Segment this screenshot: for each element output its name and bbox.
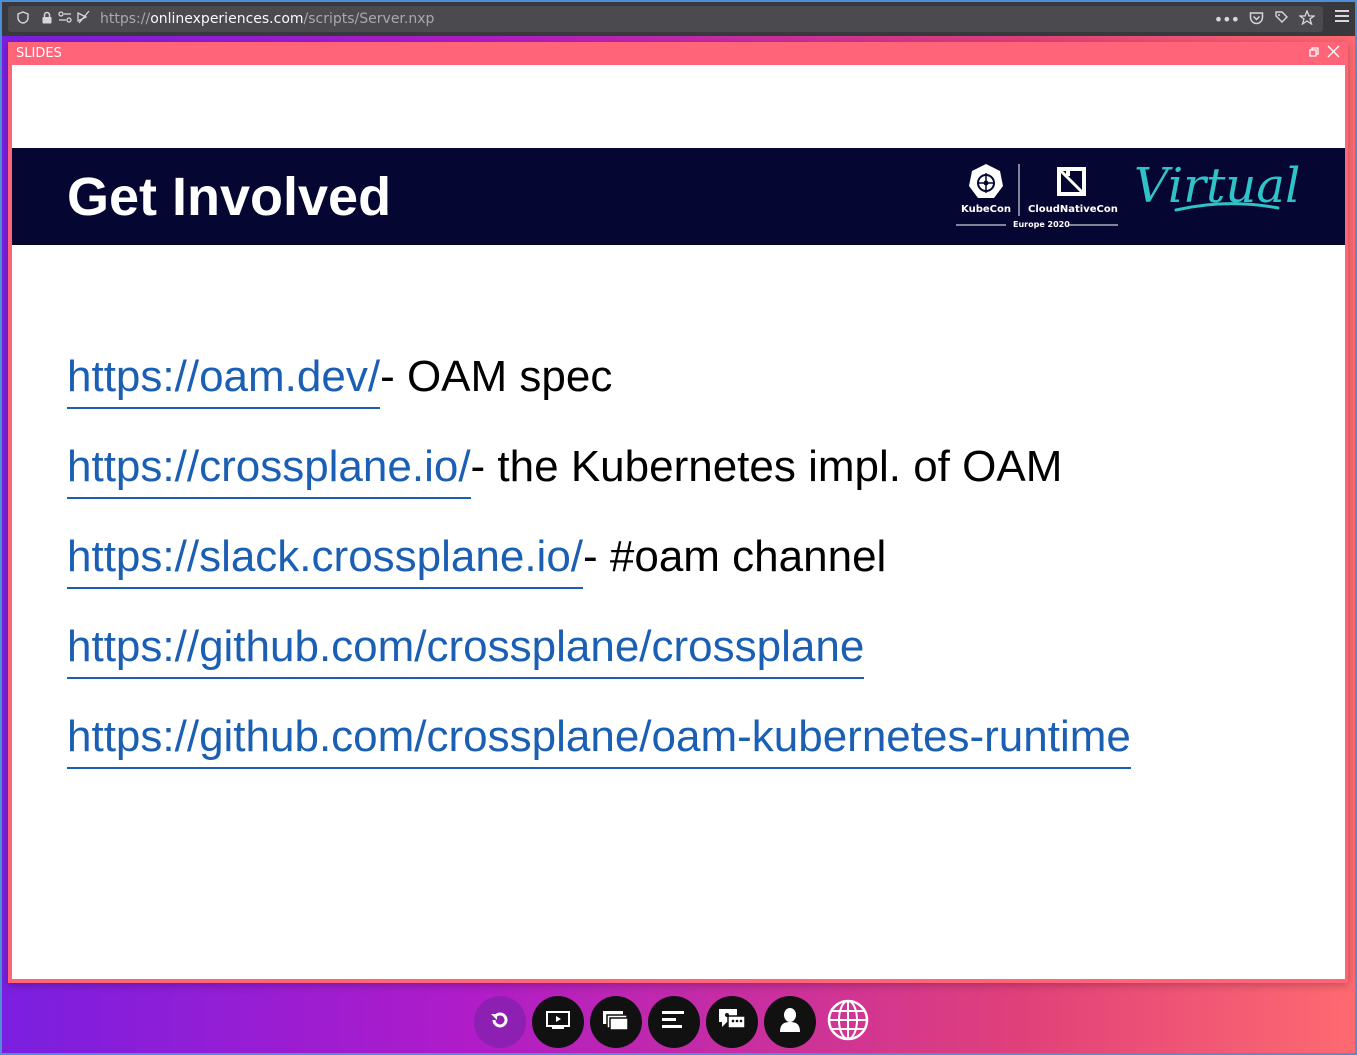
permissions-icon[interactable] (56, 11, 74, 27)
chat-button[interactable] (706, 996, 758, 1048)
cloudnativecon-text: CloudNativeCon (1028, 204, 1118, 215)
crossplane-link[interactable]: https://crossplane.io/ (67, 442, 471, 499)
refresh-icon (487, 1007, 513, 1037)
language-button[interactable] (822, 996, 874, 1048)
oam-dev-link[interactable]: https://oam.dev/ (67, 352, 381, 409)
lock-icon[interactable] (38, 11, 56, 28)
agenda-icon (662, 1010, 686, 1034)
profile-icon (779, 1007, 801, 1037)
slide-content: Get Involved KubeCon CloudNativeCon Euro… (12, 65, 1345, 979)
pocket-icon[interactable] (1249, 11, 1264, 29)
kubecon-text: KubeCon (961, 204, 1011, 215)
list-item: https://github.com/crossplane/crossplane (67, 622, 1131, 715)
slides-icon (602, 1009, 630, 1035)
url-bar[interactable]: https://onlinexperiences.com/scripts/Ser… (8, 6, 1323, 32)
crossplane-desc: - the Kubernetes impl. of OAM (470, 442, 1063, 491)
list-item: https://github.com/crossplane/oam-kubern… (67, 712, 1131, 805)
slides-window: SLIDES Get Involved KubeCon CloudNativeC… (8, 42, 1348, 983)
kubecon-logo: KubeCon CloudNativeCon Europe 2020 Virtu… (956, 158, 1300, 234)
slides-window-title: SLIDES (16, 46, 62, 61)
globe-icon (826, 998, 870, 1046)
slack-crossplane-link[interactable]: https://slack.crossplane.io/ (67, 532, 584, 589)
oam-dev-desc: - OAM spec (380, 352, 613, 401)
slack-desc: - #oam channel (583, 532, 887, 581)
slide-title: Get Involved (67, 167, 392, 227)
url-text[interactable]: https://onlinexperiences.com/scripts/Ser… (100, 11, 434, 27)
autoplay-blocked-icon[interactable] (74, 10, 92, 28)
slides-button[interactable] (590, 996, 642, 1048)
links-list: https://oam.dev/- OAM spec https://cross… (67, 352, 1131, 805)
slides-window-header: SLIDES (8, 42, 1348, 65)
presentation-icon (545, 1010, 571, 1034)
slide-title-band: Get Involved KubeCon CloudNativeCon Euro… (12, 148, 1345, 245)
restore-window-icon[interactable] (1309, 46, 1319, 61)
event-text: Europe 2020 (1013, 220, 1070, 229)
virtual-text: Virtual (1134, 158, 1301, 214)
profile-button[interactable] (764, 996, 816, 1048)
bookmark-star-icon[interactable] (1298, 9, 1316, 29)
github-oam-runtime-link[interactable]: https://github.com/crossplane/oam-kubern… (67, 712, 1131, 769)
tracking-icon[interactable] (1274, 10, 1289, 29)
hamburger-menu-icon[interactable] (1335, 10, 1349, 26)
refresh-button[interactable] (474, 996, 526, 1048)
browser-toolbar: https://onlinexperiences.com/scripts/Ser… (2, 2, 1355, 36)
shield-icon[interactable] (14, 10, 32, 28)
presentation-button[interactable] (532, 996, 584, 1048)
close-icon[interactable] (1327, 45, 1340, 62)
more-actions-icon[interactable]: ••• (1214, 10, 1240, 29)
bottom-dock (474, 996, 874, 1048)
list-item: https://slack.crossplane.io/- #oam chann… (67, 532, 1131, 625)
list-item: https://crossplane.io/- the Kubernetes i… (67, 442, 1131, 535)
list-item: https://oam.dev/- OAM spec (67, 352, 1131, 445)
github-crossplane-link[interactable]: https://github.com/crossplane/crossplane (67, 622, 865, 679)
chat-icon (718, 1008, 746, 1036)
agenda-button[interactable] (648, 996, 700, 1048)
